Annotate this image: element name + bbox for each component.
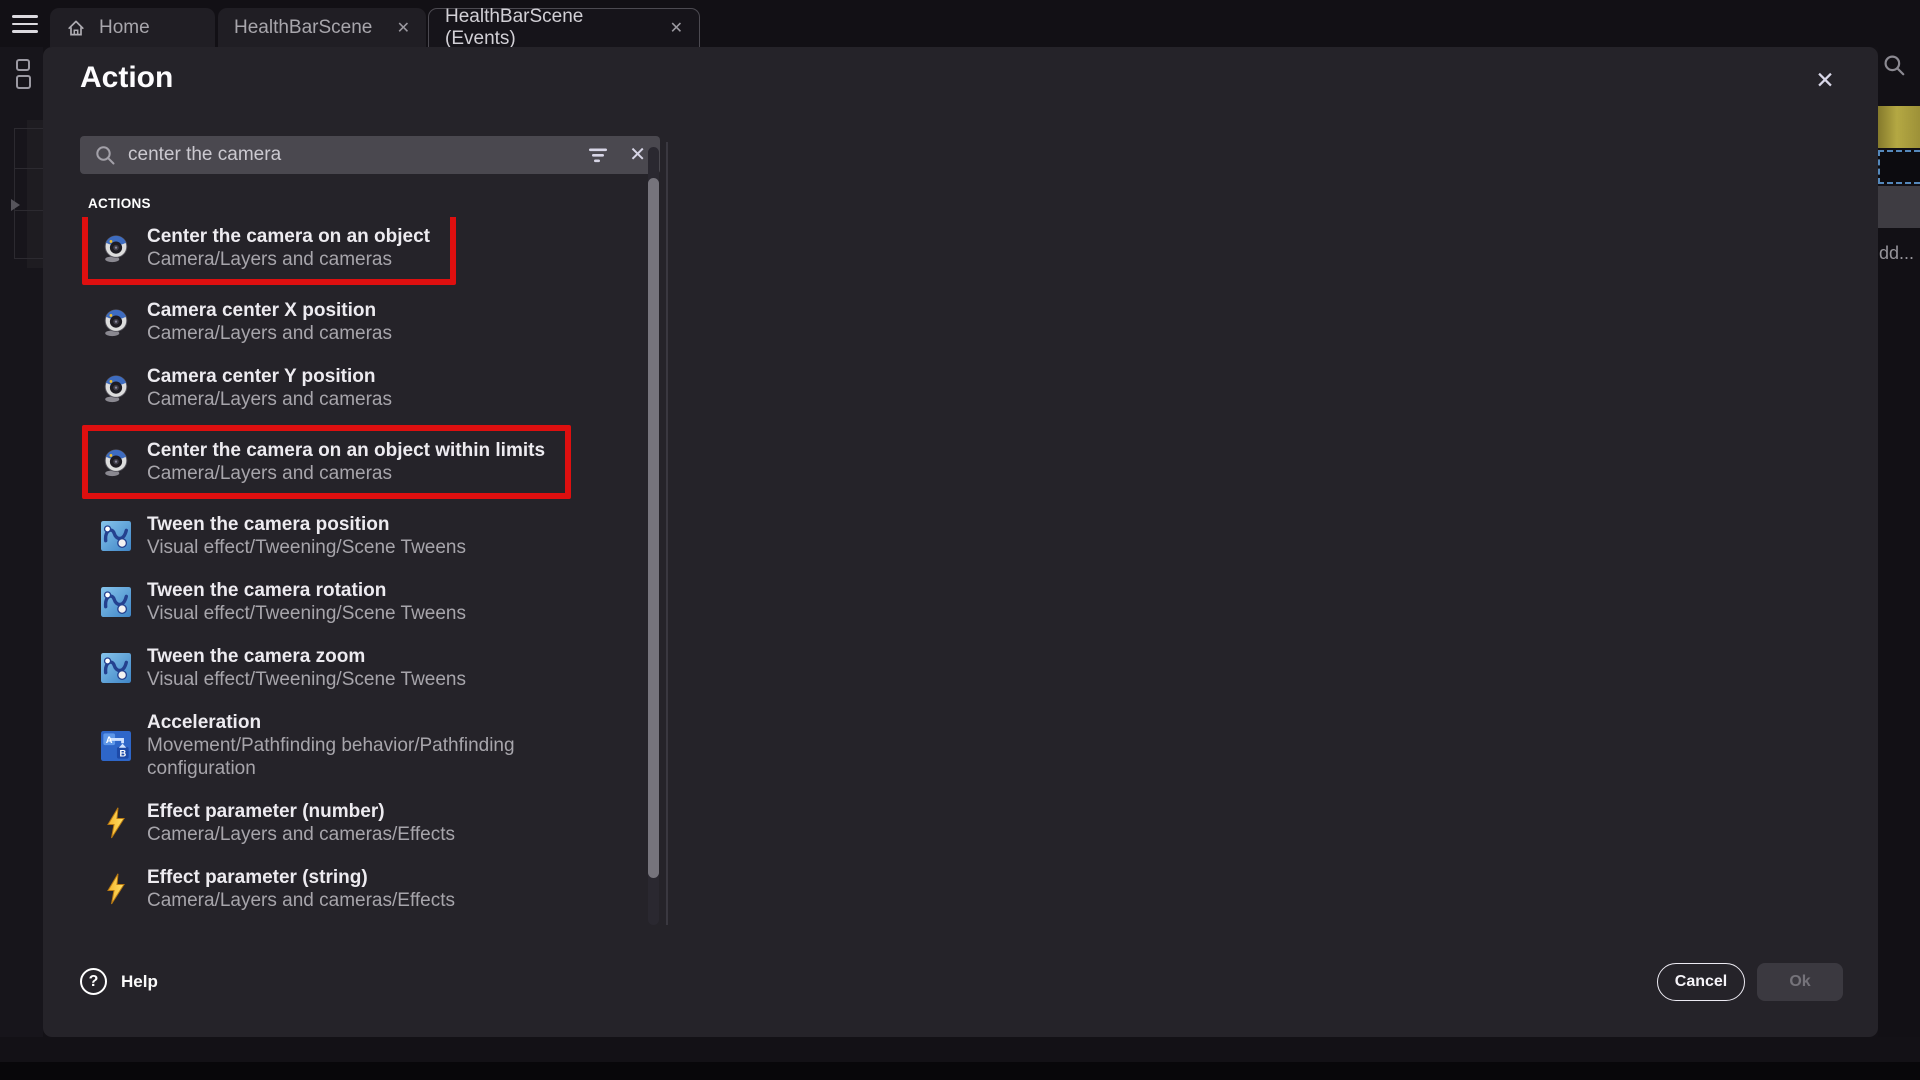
action-dialog: Action ✕ ✕ ACTIONS Center the camera on … (43, 47, 1878, 1037)
tab-home-label: Home (99, 17, 150, 39)
action-subtitle: Camera/Layers and cameras (147, 388, 392, 411)
ok-button[interactable]: Ok (1757, 963, 1843, 1001)
svg-text:A: A (106, 734, 113, 744)
lightning-icon (100, 873, 132, 905)
clear-search-icon[interactable]: ✕ (629, 145, 646, 165)
action-subtitle: Movement/Pathfinding behavior/Pathfindin… (147, 734, 617, 780)
event-block-fragment (27, 120, 43, 268)
action-title: Tween the camera rotation (147, 579, 466, 602)
action-title: Acceleration (147, 711, 617, 734)
background-right-strip: dd... (1878, 47, 1920, 1037)
search-input[interactable] (128, 144, 587, 166)
action-subtitle: Camera/Layers and cameras/Effects (147, 889, 455, 912)
menu-hamburger-icon[interactable] (12, 15, 38, 33)
search-icon (94, 144, 116, 166)
top-tab-bar: Home HealthBarScene ✕ HealthBarScene (Ev… (0, 0, 1920, 47)
event-fragment (1878, 186, 1920, 228)
action-subtitle: Camera/Layers and cameras (147, 322, 392, 345)
pathfinding-icon: A B (100, 730, 132, 762)
action-list-item[interactable]: Tween the camera rotation Visual effect/… (82, 579, 466, 625)
background-left-strip (0, 47, 43, 1037)
action-title: Center the camera on an object (147, 225, 430, 248)
action-title: Tween the camera zoom (147, 645, 466, 668)
tab-close-icon[interactable]: ✕ (670, 18, 683, 38)
action-subtitle: Visual effect/Tweening/Scene Tweens (147, 536, 466, 559)
actions-list: Center the camera on an object Camera/La… (82, 217, 647, 925)
event-arrow-icon (11, 199, 20, 211)
action-subtitle: Camera/Layers and cameras/Effects (147, 823, 455, 846)
camera-icon (100, 306, 132, 338)
tab-home[interactable]: Home (50, 8, 215, 47)
event-outline (14, 168, 43, 169)
action-list-item[interactable]: Center the camera on an object within li… (82, 425, 571, 499)
background-bottom-edge (0, 1062, 1920, 1080)
action-subtitle: Visual effect/Tweening/Scene Tweens (147, 602, 466, 625)
action-subtitle: Camera/Layers and cameras (147, 248, 430, 271)
action-subtitle: Camera/Layers and cameras (147, 462, 545, 485)
action-list-item[interactable]: Camera center X position Camera/Layers a… (82, 299, 392, 345)
event-outline (14, 258, 43, 259)
action-title: Effect parameter (number) (147, 800, 455, 823)
add-action-fragment: dd... (1879, 243, 1914, 264)
dialog-close-icon[interactable]: ✕ (1812, 67, 1838, 93)
tab-healthbarscene-events-label: HealthBarScene (Events) (445, 6, 657, 50)
objects-panel-icon (16, 59, 34, 89)
action-title: Tween the camera position (147, 513, 466, 536)
tween-icon (100, 652, 132, 684)
help-label: Help (121, 972, 158, 992)
action-title: Camera center X position (147, 299, 392, 322)
action-list-item[interactable]: Effect parameter (string) Camera/Layers … (82, 866, 455, 912)
action-list-item[interactable]: Center the camera on an object Camera/La… (82, 217, 456, 285)
tween-icon (100, 586, 132, 618)
tab-close-icon[interactable]: ✕ (397, 18, 410, 38)
panel-divider (666, 142, 668, 925)
actions-section-header: ACTIONS (88, 196, 151, 211)
filter-icon[interactable] (587, 144, 609, 166)
events-search-icon (1882, 53, 1906, 82)
tab-healthbarscene-events[interactable]: HealthBarScene (Events) ✕ (428, 8, 700, 47)
help-icon: ? (80, 968, 107, 995)
help-button[interactable]: ? Help (80, 968, 158, 995)
dialog-title: Action (80, 61, 173, 95)
action-list-item[interactable]: Effect parameter (number) Camera/Layers … (82, 800, 455, 846)
action-list-item[interactable]: Camera center Y position Camera/Layers a… (82, 365, 392, 411)
action-title: Center the camera on an object within li… (147, 439, 545, 462)
lightning-icon (100, 807, 132, 839)
tab-healthbarscene-label: HealthBarScene (234, 17, 372, 39)
drop-indicator-fragment (1878, 150, 1920, 184)
app-window: Home HealthBarScene ✕ HealthBarScene (Ev… (0, 0, 1920, 1080)
action-list-item[interactable]: Tween the camera position Visual effect/… (82, 513, 466, 559)
action-title: Camera center Y position (147, 365, 392, 388)
home-icon (66, 18, 86, 38)
cancel-button[interactable]: Cancel (1657, 963, 1745, 1001)
event-outline (14, 128, 43, 129)
action-search-bar: ✕ (80, 136, 660, 174)
camera-icon (100, 372, 132, 404)
event-outline (14, 128, 15, 258)
tween-icon (100, 520, 132, 552)
tab-healthbarscene[interactable]: HealthBarScene ✕ (218, 8, 426, 47)
action-title: Effect parameter (string) (147, 866, 455, 889)
action-list-item[interactable]: Tween the camera zoom Visual effect/Twee… (82, 645, 466, 691)
camera-icon (100, 446, 132, 478)
selected-event-fragment (1878, 106, 1920, 148)
action-list-item[interactable]: A B Acceleration Movement/Pathfinding be… (82, 711, 617, 780)
action-subtitle: Visual effect/Tweening/Scene Tweens (147, 668, 466, 691)
scrollbar-thumb[interactable] (648, 178, 659, 878)
camera-icon (100, 232, 132, 264)
svg-text:B: B (119, 748, 126, 758)
